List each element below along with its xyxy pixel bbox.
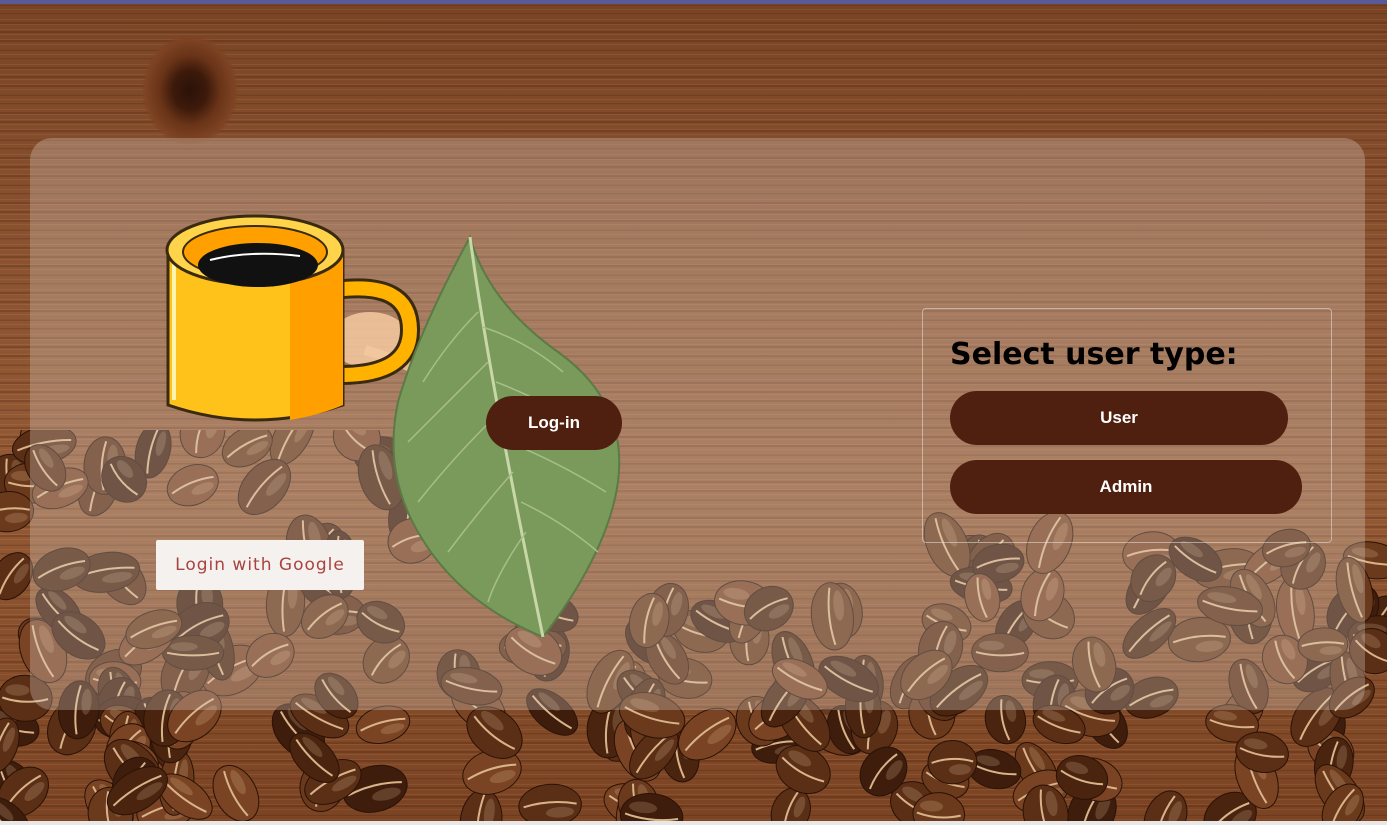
coffee-bean (927, 739, 978, 785)
login-button[interactable]: Log-in (486, 396, 622, 450)
coffee-bean (212, 764, 260, 822)
user-type-title: Select user type: (950, 337, 1238, 372)
login-with-google-button[interactable]: Login with Google (156, 540, 364, 590)
coffee-bean (1143, 790, 1188, 825)
wood-knot (142, 35, 238, 145)
user-type-user-button[interactable]: User (950, 391, 1288, 445)
coffee-bean (518, 783, 582, 825)
bottom-border (0, 821, 1387, 825)
user-type-admin-button[interactable]: Admin (950, 460, 1302, 514)
